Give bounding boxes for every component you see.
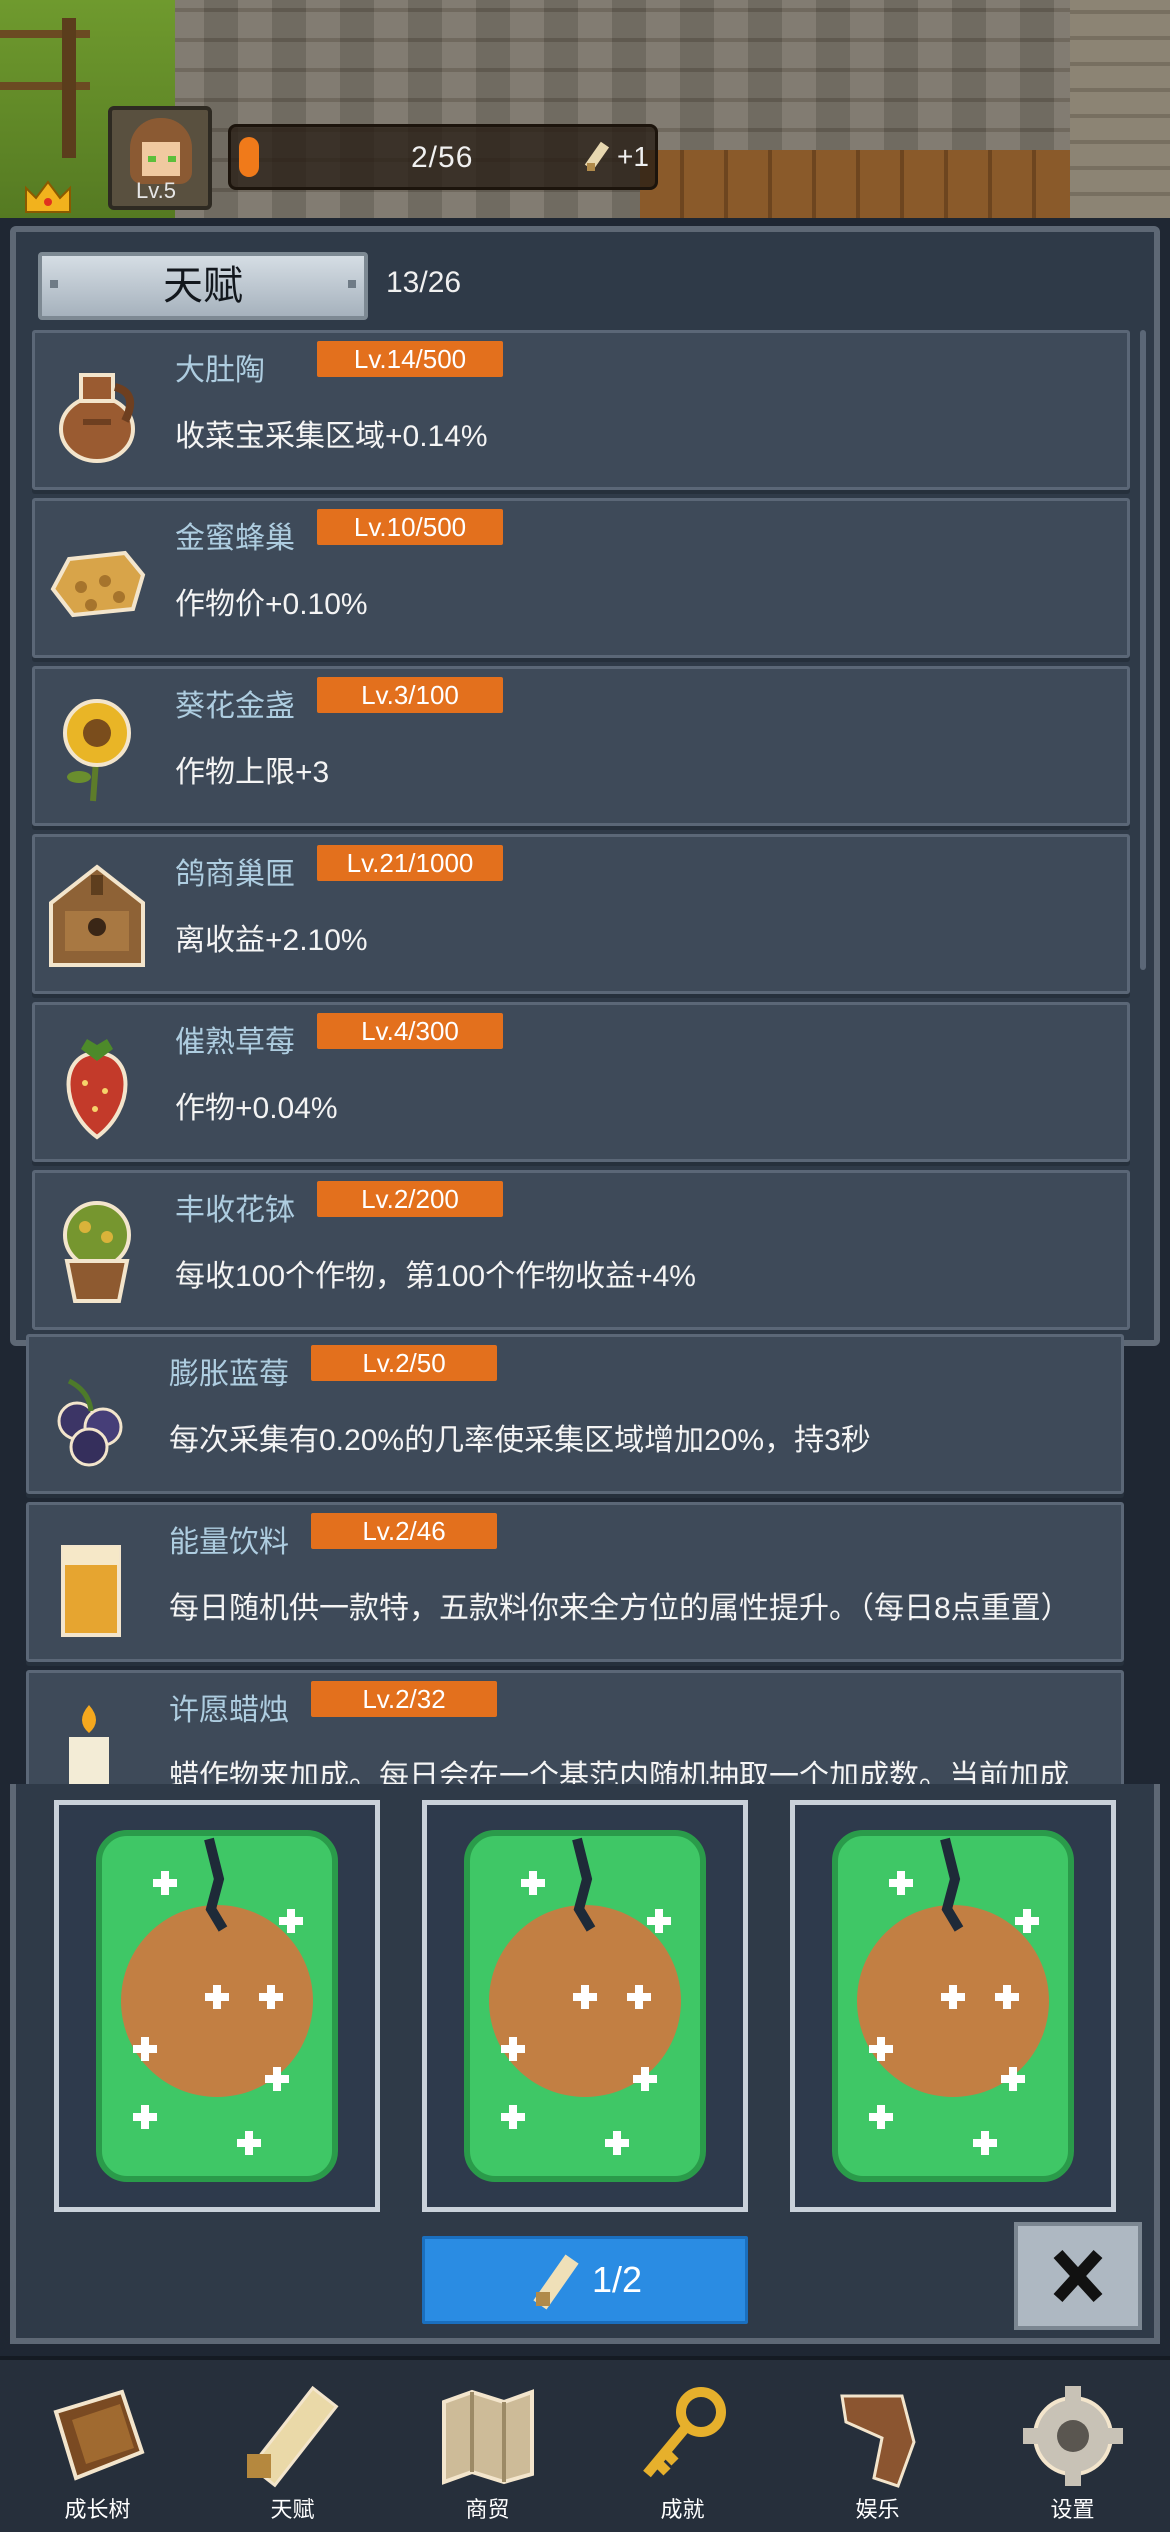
strawberry-icon [66, 1039, 128, 1140]
key-icon [643, 2387, 726, 2478]
honeycomb-icon [50, 550, 146, 618]
card-pattern-icon [832, 1830, 1074, 2182]
player-level: Lv.5 [136, 178, 176, 203]
nav-label: 天赋 [270, 2497, 315, 2522]
talent-card-back[interactable] [422, 1800, 748, 2212]
talent-card[interactable]: 金蜜蜂巢 Lv.10/500 作物价+0.10% [32, 498, 1130, 658]
experience-text: 2/56 [411, 141, 474, 174]
talent-card[interactable]: 丰收花钵 Lv.2/200 每收100个作物，第100个作物收益+4% [32, 1170, 1130, 1330]
card-pattern-icon [464, 1830, 706, 2182]
talent-card[interactable]: 许愿蜡烛 Lv.2/32 蜡作物来加成。每日会在一个基范内随机抽取一个加成数。当… [26, 1670, 1124, 1784]
talent-name: 大肚陶 [175, 354, 265, 387]
talent-card-back[interactable] [790, 1800, 1116, 2212]
talent-name: 许愿蜡烛 [169, 1694, 289, 1727]
level-badge: Lv.3/100 [317, 677, 503, 713]
nav-item-talent[interactable]: 天赋 [195, 2360, 390, 2532]
talent-card[interactable]: 葵花金盏 Lv.3/100 作物上限+3 [32, 666, 1130, 826]
talent-name: 能量饮料 [169, 1526, 289, 1559]
talent-description: 作物价+0.10% [175, 588, 368, 621]
sunflower-icon [63, 699, 131, 802]
talent-card[interactable]: 大肚陶 Lv.14/500 收菜宝采集区域+0.14% [32, 330, 1130, 490]
talent-name: 丰收花钵 [175, 1194, 295, 1227]
nav-label: 娱乐 [855, 2497, 900, 2522]
nav-label: 成长树 [64, 2497, 131, 2522]
cloth-icon [840, 2394, 916, 2488]
experience-bar: 2/56 +1 [228, 124, 658, 190]
talent-panel: 天赋 13/26 大肚陶 Lv.14/500 收菜宝采集区域+0.14% 金蜜蜂… [10, 226, 1160, 1346]
scroll-icon [247, 2385, 339, 2488]
crown-icon [25, 180, 71, 213]
flowerpot-icon [63, 1201, 131, 1303]
nav-label: 成就 [660, 2497, 705, 2522]
close-icon [1053, 2249, 1103, 2303]
talent-description: 蜡作物来加成。每日会在一个基范内随机抽取一个加成数。当前加成0.20%~0.50… [169, 1760, 1069, 1784]
talent-name: 鸽商巢匣 [175, 858, 295, 891]
draw-button[interactable]: 1/2 [422, 2236, 748, 2324]
level-badge: Lv.21/1000 [317, 845, 503, 881]
talent-description: 作物+0.04% [175, 1092, 338, 1125]
level-badge: Lv.2/32 [311, 1681, 497, 1717]
tab-talent[interactable]: 天赋 [38, 252, 368, 320]
scrollbar[interactable] [1140, 330, 1146, 970]
level-badge: Lv.14/500 [317, 341, 503, 377]
draw-count-label: 1/2 [591, 2259, 643, 2300]
talent-card[interactable]: 膨胀蓝莓 Lv.2/50 每次采集有0.20%的几率使采集区域增加20%，持3秒 [26, 1334, 1124, 1494]
scroll-bonus-text: +1 [617, 141, 649, 172]
talent-name: 催熟草莓 [175, 1026, 295, 1059]
fence [0, 30, 90, 90]
scroll-icon [533, 2254, 579, 2311]
talent-description: 每收100个作物，第100个作物收益+4% [175, 1260, 696, 1293]
scroll-icon [584, 141, 610, 171]
nav-item-entertainment[interactable]: 娱乐 [780, 2360, 975, 2532]
talent-description: 每次采集有0.20%的几率使采集区域增加20%，持3秒 [169, 1424, 871, 1457]
talent-list-continued[interactable]: 膨胀蓝莓 Lv.2/50 每次采集有0.20%的几率使采集区域增加20%，持3秒… [26, 1334, 1140, 1784]
talent-description: 作物上限+3 [175, 756, 330, 789]
signpost [62, 18, 76, 158]
talent-card[interactable]: 能量饮料 Lv.2/46 每日随机供一款特，五款料你来全方位的属性提升。（每日8… [26, 1502, 1124, 1662]
talent-card[interactable]: 催熟草莓 Lv.4/300 作物+0.04% [32, 1002, 1130, 1162]
level-badge: Lv.2/50 [311, 1345, 497, 1381]
stone-wall [1070, 0, 1170, 218]
talent-list[interactable]: 大肚陶 Lv.14/500 收菜宝采集区域+0.14% 金蜜蜂巢 Lv.10/5… [32, 330, 1146, 1330]
talent-description: 每日随机供一款特，五款料你来全方位的属性提升。（每日8点重置） [169, 1592, 1071, 1625]
talent-name: 膨胀蓝莓 [169, 1358, 289, 1391]
jug-icon [59, 373, 135, 463]
talent-description: 收菜宝采集区域+0.14% [175, 420, 488, 453]
nav-item-settings[interactable]: 设置 [975, 2360, 1170, 2532]
nav-item-trade[interactable]: 商贸 [390, 2360, 585, 2532]
candle-icon [69, 1705, 109, 1784]
level-badge: Lv.10/500 [317, 509, 503, 545]
talent-count: 13/26 [386, 266, 462, 299]
level-badge: Lv.2/200 [317, 1181, 503, 1217]
card-pattern-icon [96, 1830, 338, 2182]
gear-icon [1023, 2386, 1123, 2486]
book-icon [53, 2389, 145, 2481]
close-button[interactable] [1014, 2222, 1142, 2330]
talent-name: 金蜜蜂巢 [175, 522, 295, 555]
talent-name: 葵花金盏 [175, 690, 295, 723]
blueberry-icon [57, 1378, 123, 1467]
talent-description: 离收益+2.10% [175, 924, 368, 957]
nav-item-achievement[interactable]: 成就 [585, 2360, 780, 2532]
level-badge: Lv.4/300 [317, 1013, 503, 1049]
drink-icon [61, 1545, 121, 1637]
nav-label: 商贸 [465, 2497, 510, 2522]
bottom-navigation: 成长树 天赋 商贸 成就 娱乐 设置 [0, 2356, 1170, 2532]
map-icon [442, 2389, 534, 2485]
nav-item-growth-tree[interactable]: 成长树 [0, 2360, 195, 2532]
talent-card[interactable]: 鸽商巢匣 Lv.21/1000 离收益+2.10% [32, 834, 1130, 994]
nav-label: 设置 [1050, 2497, 1095, 2522]
experience-bar-fill [239, 137, 259, 177]
talent-card-back[interactable] [54, 1800, 380, 2212]
level-badge: Lv.2/46 [311, 1513, 497, 1549]
birdhouse-icon [49, 864, 145, 967]
